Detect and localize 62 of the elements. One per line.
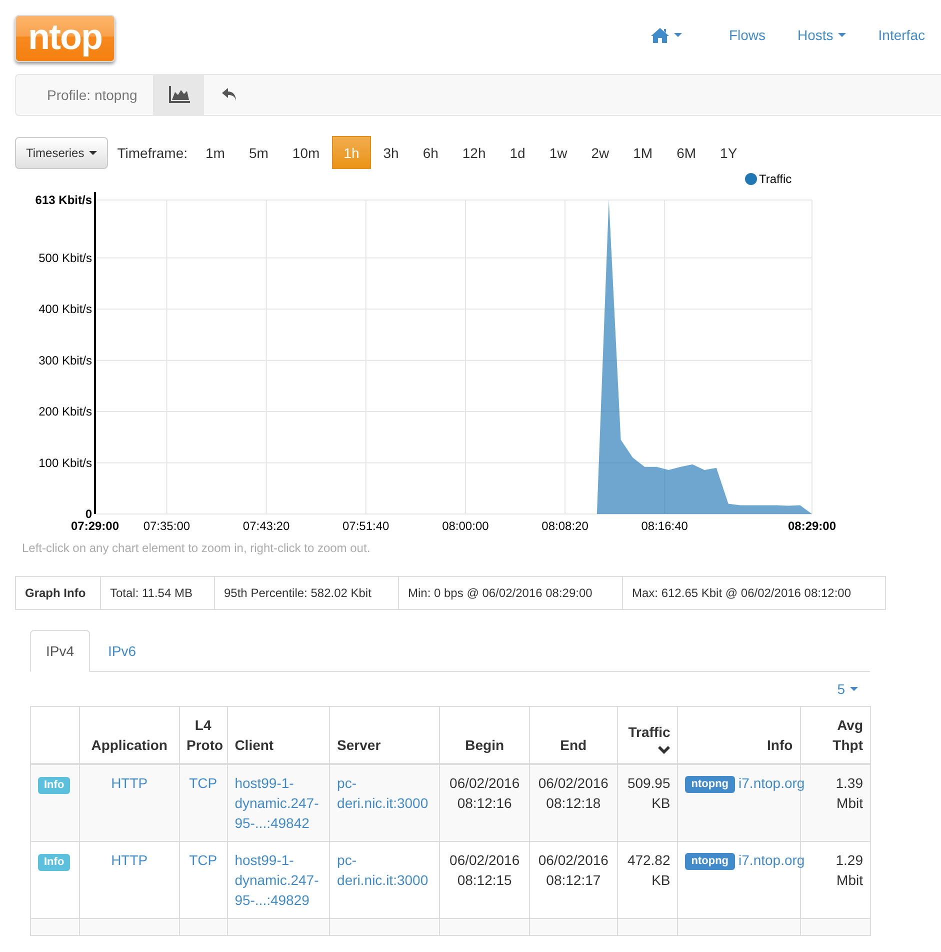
timeframe-button[interactable]: 5m (236, 136, 280, 169)
y-axis-label: 200 Kbit/s (38, 404, 92, 419)
x-axis-label: 08:00:00 (442, 519, 489, 533)
nav-link[interactable]: Flows (712, 25, 782, 45)
x-axis-label: 07:35:00 (143, 519, 190, 533)
timeframe-button[interactable]: 6M (664, 136, 708, 169)
timeframe-button[interactable]: 1m (194, 136, 237, 169)
legend-item[interactable]: Traffic (745, 172, 792, 186)
ip-tab[interactable]: IPv4 (30, 630, 90, 672)
x-axis-label: 08:08:20 (542, 519, 588, 533)
graph-info-cell: 95th Percentile: 582.02 Kbit (214, 576, 398, 610)
undo-icon (222, 88, 238, 102)
x-axis-label: 07:43:20 (242, 519, 290, 533)
y-axis-label: 500 Kbit/s (38, 250, 92, 265)
caret-icon (838, 33, 846, 37)
timeframe-button[interactable]: 1w (537, 136, 580, 169)
table-cell: 509.95 KB (618, 764, 678, 842)
timeframe-button[interactable]: 6h (410, 136, 450, 169)
timeframe-button[interactable]: 3h (371, 136, 411, 169)
app-tag: ntopng (685, 853, 735, 870)
graph-info-cell: Min: 0 bps @ 06/02/2016 08:29:00 (398, 576, 622, 610)
legend-label: Traffic (759, 172, 792, 186)
x-axis-label: 08:29:00 (788, 519, 836, 533)
timeframe-button[interactable]: 1Y (708, 136, 750, 169)
traffic-area[interactable] (596, 200, 812, 514)
y-axis-label: 613 Kbit/s (35, 193, 92, 207)
timeframe-button[interactable]: 1M (621, 136, 665, 169)
nav-dropdown[interactable]: Hosts (782, 25, 862, 45)
x-axis-label: 08:16:40 (641, 519, 688, 533)
zoom-hint: Left-click on any chart element to zoom in, right-click to zoom out. (22, 541, 372, 555)
timeframe-label: Timeframe: (117, 144, 188, 160)
timeframe-button[interactable]: 12h (450, 136, 498, 169)
timeframe-button[interactable]: 1d (498, 136, 538, 169)
chevron-down-icon (658, 746, 670, 755)
nav-link[interactable]: Interfac (862, 25, 941, 45)
graph-info-cell: Max: 612.65 Kbit @ 06/02/2016 08:12:00 (622, 576, 886, 610)
table-cell: 06/02/2016 08:12:18 (529, 764, 618, 842)
area-chart-icon (168, 86, 190, 104)
table-cell: 06/02/2016 08:12:16 (440, 764, 530, 842)
y-axis-label: 400 Kbit/s (38, 302, 92, 316)
graph-info-cell: Total: 11.54 MB (100, 576, 214, 610)
graph-info-label: Graph Info (16, 576, 100, 610)
application-link[interactable]: HTTP (111, 852, 148, 868)
x-axis-label: 07:29:00 (70, 519, 120, 533)
timeseries-dropdown[interactable]: Timeseries (15, 136, 108, 168)
caret-icon (674, 33, 682, 37)
host-link[interactable]: i7.ntop.org (738, 852, 805, 868)
caret-icon (89, 150, 98, 154)
home-icon (650, 28, 669, 42)
profile-label: Profile: ntopng (46, 86, 138, 105)
protocol-link[interactable]: TCP (189, 852, 218, 868)
app-tag: ntopng (685, 776, 735, 793)
y-axis-label: 100 Kbit/s (38, 456, 92, 470)
page-size-dropdown[interactable]: 5 (837, 681, 858, 697)
y-axis-label: 0 (85, 507, 92, 521)
timeframe-button[interactable]: 2w (579, 136, 622, 169)
chart-view-button[interactable] (153, 75, 204, 115)
x-axis-label: 07:51:40 (342, 519, 390, 533)
ip-tab[interactable]: IPv6 (92, 630, 152, 672)
caret-icon (850, 687, 858, 691)
timeframe-button[interactable]: 10m (280, 136, 332, 169)
y-axis-label: 300 Kbit/s (38, 353, 92, 368)
